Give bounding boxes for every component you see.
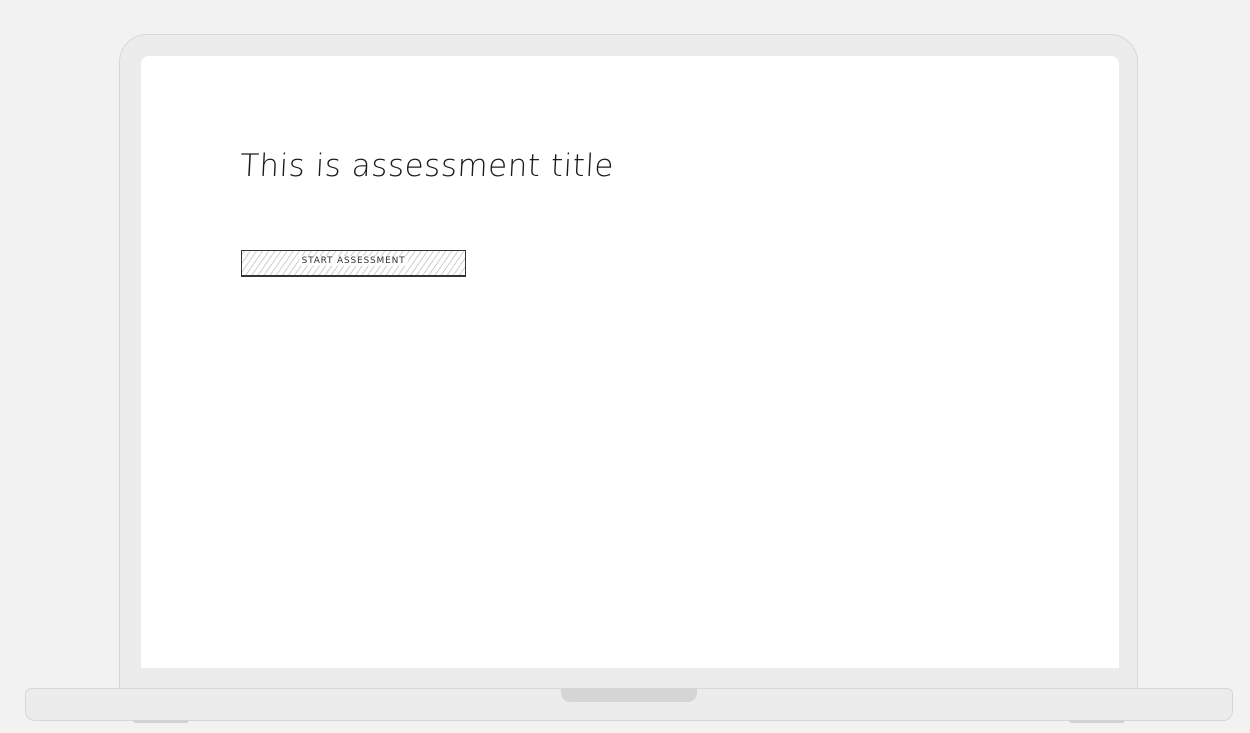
start-assessment-button[interactable]: START ASSESSMENT (241, 250, 466, 277)
assessment-title: This is assessment title (239, 148, 615, 184)
laptop-foot-left (133, 720, 189, 723)
start-assessment-button-label: START ASSESSMENT (298, 256, 409, 266)
laptop-notch (561, 688, 697, 702)
wireframe-stage: This is assessment title START ASSESSMEN… (0, 0, 1250, 733)
laptop-foot-right (1069, 720, 1125, 723)
